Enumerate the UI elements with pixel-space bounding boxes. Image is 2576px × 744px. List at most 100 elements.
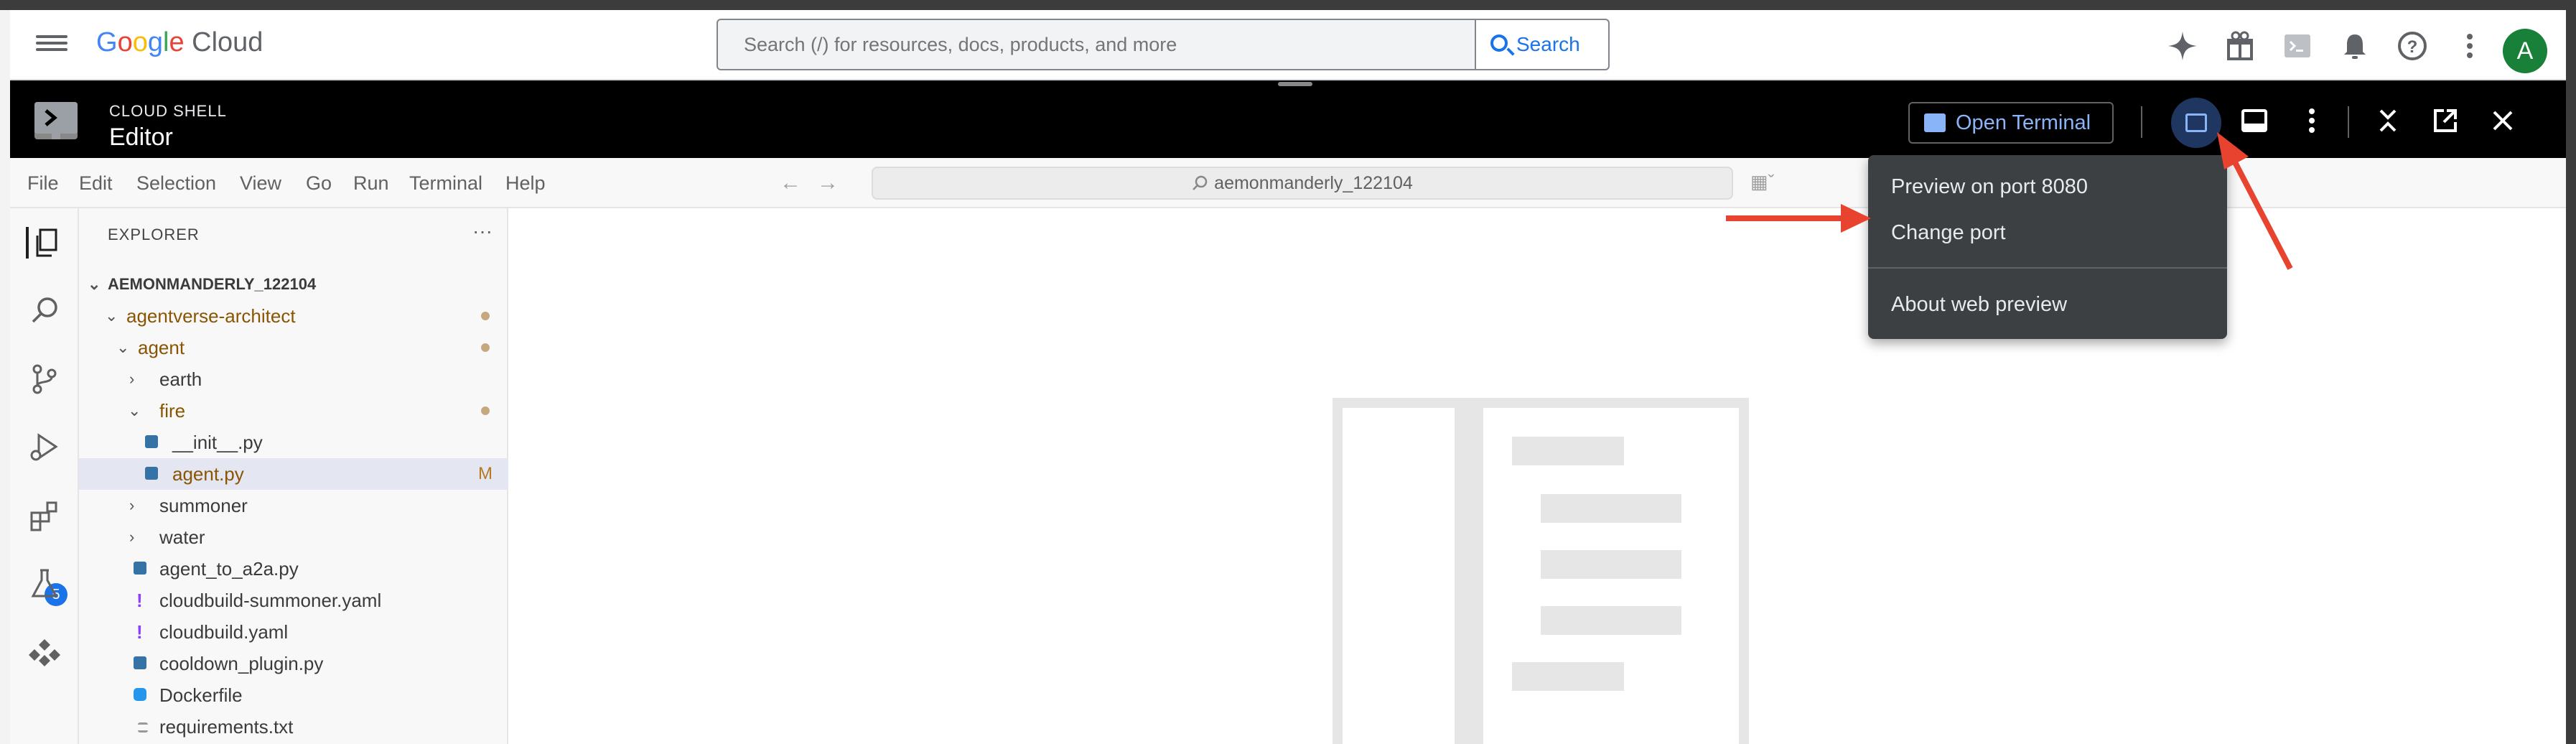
folder-agentverse-architect[interactable]: ⌄ agentverse-architect — [79, 300, 508, 332]
cloud-shell-title: Editor — [109, 124, 173, 151]
menu-file[interactable]: File — [27, 172, 59, 195]
tree-item-label: agentverse-architect — [126, 305, 296, 327]
menu-item-change-port[interactable]: Change port — [1868, 211, 2227, 254]
google-cloud-logo[interactable]: Google Cloud — [96, 27, 263, 58]
menu-run[interactable]: Run — [353, 172, 389, 195]
modified-status: M — [478, 464, 493, 483]
folder-summoner[interactable]: › summoner — [79, 490, 508, 521]
workspace-root-label: AEMONMANDERLY_122104 — [108, 275, 317, 293]
docker-file-icon — [134, 688, 146, 701]
chevron-down-icon: ⌄ — [128, 401, 141, 419]
tree-item-label: agent.py — [172, 463, 244, 485]
tree-item-label: agent_to_a2a.py — [159, 558, 299, 580]
search-bar: Search — [717, 19, 1610, 70]
cloud-shell-terminal-icon[interactable] — [2282, 30, 2313, 62]
help-icon[interactable]: ? — [2397, 30, 2428, 62]
more-vert-icon[interactable] — [2296, 105, 2328, 136]
cloud-shell-editor-icon — [34, 102, 78, 139]
python-file-icon — [145, 435, 158, 448]
notifications-bell-icon[interactable] — [2339, 30, 2371, 62]
main-menu-icon[interactable] — [36, 32, 67, 57]
file-agent-py[interactable]: agent.py M — [79, 458, 508, 490]
menu-go[interactable]: Go — [306, 172, 332, 195]
web-preview-icon — [2185, 113, 2207, 132]
explorer-files-icon[interactable] — [26, 227, 63, 259]
watermark-line — [1541, 550, 1681, 579]
terminal-icon — [1924, 113, 1946, 132]
run-debug-icon[interactable] — [29, 431, 60, 462]
watermark-line — [1541, 606, 1681, 635]
file-requirements-txt[interactable]: requirements.txt — [79, 711, 508, 743]
source-control-icon[interactable] — [29, 363, 60, 395]
menu-help[interactable]: Help — [505, 172, 546, 195]
menu-selection[interactable]: Selection — [136, 172, 216, 195]
explorer-title: EXPLORER — [108, 225, 200, 243]
open-new-window-icon[interactable] — [2430, 105, 2461, 136]
account-avatar[interactable]: A — [2503, 29, 2547, 73]
tree-item-label: cooldown_plugin.py — [159, 653, 324, 674]
chevron-right-icon: › — [129, 496, 135, 514]
search-icon[interactable] — [29, 294, 60, 326]
modified-dot — [481, 406, 490, 415]
close-icon[interactable] — [2487, 105, 2519, 136]
folder-agent[interactable]: ⌄ agent — [79, 332, 508, 363]
watermark-panel — [1343, 408, 1455, 744]
workspace-root[interactable]: ⌄ AEMONMANDERLY_122104 — [79, 269, 508, 300]
tree-item-label: cloudbuild.yaml — [159, 621, 289, 643]
search-input[interactable] — [718, 20, 1600, 69]
menu-divider — [1868, 267, 2227, 269]
cloud-code-icon[interactable] — [29, 636, 60, 668]
more-options-icon[interactable] — [2454, 30, 2486, 62]
watermark-line — [1512, 437, 1624, 465]
command-center-label: aemonmanderly_122104 — [1214, 173, 1413, 193]
cloud-shell-toolbar: CLOUD SHELL Editor Open Terminal — [10, 80, 2566, 158]
toolbar-divider — [2141, 106, 2142, 138]
resize-handle[interactable] — [1278, 82, 1312, 86]
chevron-down-icon: ⌄ — [116, 338, 130, 356]
folder-mcp-servers[interactable]: › mcp-servers — [79, 740, 508, 744]
extensions-icon[interactable] — [29, 500, 60, 531]
menu-terminal[interactable]: Terminal — [409, 172, 482, 195]
chevron-right-icon: › — [116, 740, 121, 744]
menu-item-about-web-preview[interactable]: About web preview — [1868, 283, 2227, 326]
chevron-down-icon: ⌄ — [88, 275, 101, 293]
search-icon — [1193, 175, 1208, 190]
background-window-edge — [0, 10, 10, 744]
tree-item-label: cloudbuild-summoner.yaml — [159, 590, 382, 611]
explorer-more-icon[interactable]: ··· — [472, 220, 493, 243]
back-arrow-icon[interactable]: ← — [780, 171, 801, 195]
minimize-icon[interactable] — [2372, 105, 2404, 136]
yaml-file-icon: ! — [136, 590, 143, 611]
menu-view[interactable]: View — [240, 172, 281, 195]
file-cooldown-plugin-py[interactable]: cooldown_plugin.py — [79, 648, 508, 679]
chevron-right-icon: › — [129, 528, 135, 546]
annotation-arrow-icon — [1726, 204, 1871, 233]
python-file-icon — [134, 656, 146, 669]
menu-edit[interactable]: Edit — [79, 172, 113, 195]
file-init-py[interactable]: __init__.py — [79, 427, 508, 458]
watermark-line — [1541, 494, 1681, 523]
gift-icon[interactable] — [2224, 30, 2256, 62]
toolbar-divider — [2348, 106, 2349, 138]
python-file-icon — [145, 467, 158, 480]
testing-flask-icon[interactable] — [29, 567, 60, 599]
folder-earth[interactable]: › earth — [79, 363, 508, 395]
cloud-shell-subtitle: CLOUD SHELL — [109, 102, 227, 120]
folder-fire[interactable]: ⌄ fire — [79, 395, 508, 427]
gemini-sparkle-icon[interactable] — [2167, 30, 2198, 62]
forward-arrow-icon[interactable]: → — [817, 171, 839, 195]
top-header: Google Cloud Search ? A — [10, 10, 2566, 80]
menu-item-preview-port-8080[interactable]: Preview on port 8080 — [1868, 165, 2227, 208]
folder-water[interactable]: › water — [79, 521, 508, 553]
search-button[interactable]: Search — [1475, 20, 1608, 69]
file-cloudbuild-yaml[interactable]: ! cloudbuild.yaml — [79, 616, 508, 648]
open-terminal-button[interactable]: Open Terminal — [1908, 102, 2114, 144]
layout-icon[interactable]: ▦ˇ — [1750, 171, 1774, 193]
annotation-arrow-icon — [2217, 132, 2293, 270]
file-cloudbuild-summoner-yaml[interactable]: ! cloudbuild-summoner.yaml — [79, 585, 508, 616]
chevron-right-icon: › — [129, 370, 135, 388]
svg-text:?: ? — [2407, 37, 2418, 57]
file-agent-to-a2a-py[interactable]: agent_to_a2a.py — [79, 553, 508, 585]
file-dockerfile[interactable]: Dockerfile — [79, 679, 508, 711]
command-center[interactable]: aemonmanderly_122104 — [872, 167, 1733, 200]
